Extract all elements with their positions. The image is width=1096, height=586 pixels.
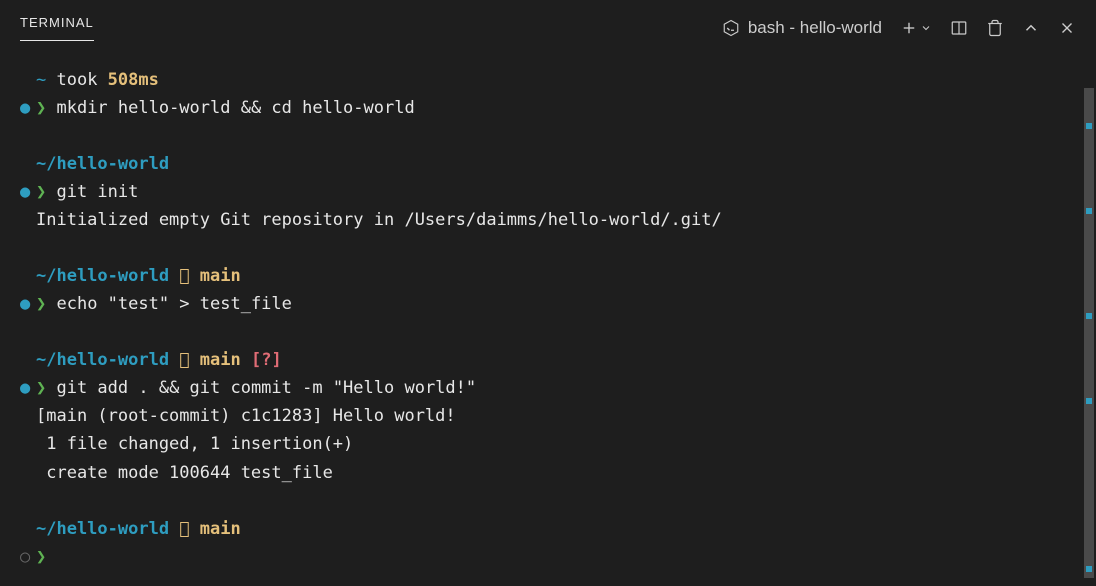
terminal-scrollbar[interactable] — [1082, 48, 1096, 586]
command-line: ● ❯ git init — [20, 178, 1076, 206]
output-line: 1 file changed, 1 insertion(+) — [20, 430, 1076, 458]
command-line: ● ❯ mkdir hello-world && cd hello-world — [20, 94, 1076, 122]
new-terminal-dropdown[interactable] — [920, 22, 932, 34]
scrollbar-marker — [1086, 398, 1092, 404]
terminal-output[interactable]: ~ took 508ms ● ❯ mkdir hello-world && cd… — [0, 48, 1096, 571]
command-line: ○ ❯ — [20, 543, 1076, 571]
scrollbar-marker — [1086, 566, 1092, 572]
terminal-shell-info[interactable]: bash - hello-world — [722, 18, 882, 38]
prompt-line: ~/hello-world  main — [20, 262, 1076, 290]
output-line: Initialized empty Git repository in /Use… — [20, 206, 1076, 234]
maximize-panel-button[interactable] — [1022, 19, 1040, 37]
bullet-icon: ● — [20, 94, 36, 122]
bullet-icon: ● — [20, 374, 36, 402]
output-line: [main (root-commit) c1c1283] Hello world… — [20, 402, 1076, 430]
scrollbar-thumb[interactable] — [1084, 88, 1094, 578]
bullet-icon: ● — [20, 290, 36, 318]
new-terminal-button[interactable] — [900, 19, 918, 37]
split-terminal-button[interactable] — [950, 19, 968, 37]
prompt-line: ~ took 508ms — [20, 66, 1076, 94]
kill-terminal-button[interactable] — [986, 19, 1004, 37]
scrollbar-marker — [1086, 313, 1092, 319]
command-line: ● ❯ git add . && git commit -m "Hello wo… — [20, 374, 1076, 402]
scrollbar-marker — [1086, 123, 1092, 129]
prompt-line: ~/hello-world  main — [20, 515, 1076, 543]
prompt-line: ~/hello-world  main [?] — [20, 346, 1076, 374]
header-right: bash - hello-world — [722, 18, 1076, 38]
terminal-icon — [722, 19, 740, 37]
bullet-icon: ● — [20, 178, 36, 206]
command-line: ● ❯ echo "test" > test_file — [20, 290, 1076, 318]
header-left: TERMINAL — [20, 15, 94, 41]
close-panel-button[interactable] — [1058, 19, 1076, 37]
terminal-header: TERMINAL bash - hello-world — [0, 0, 1096, 48]
prompt-line: ~/hello-world — [20, 150, 1076, 178]
output-line: create mode 100644 test_file — [20, 459, 1076, 487]
terminal-tab[interactable]: TERMINAL — [20, 15, 94, 41]
scrollbar-marker — [1086, 208, 1092, 214]
shell-name-label: bash - hello-world — [748, 18, 882, 38]
bullet-icon: ○ — [20, 543, 36, 571]
